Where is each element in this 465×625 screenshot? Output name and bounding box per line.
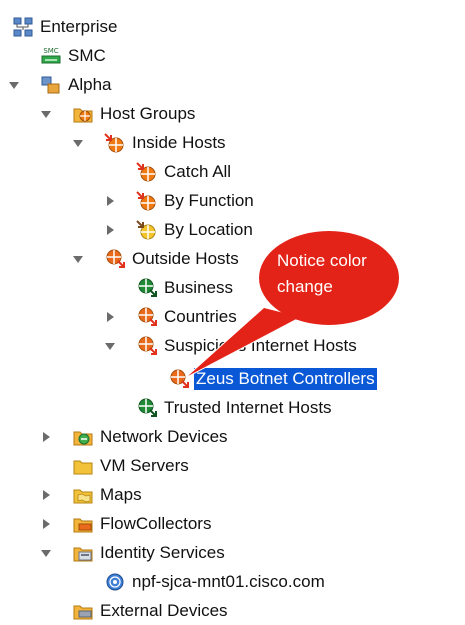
tree-item-label: VM Servers xyxy=(100,455,189,475)
expanded-arrow-icon[interactable] xyxy=(104,340,116,352)
tree-item-host-groups[interactable]: Host Groups xyxy=(41,99,197,128)
external-devices-icon xyxy=(73,605,93,619)
expanded-arrow-icon[interactable] xyxy=(8,79,20,91)
tree-item-label: Business xyxy=(164,277,233,297)
tree-item-countries[interactable]: Countries xyxy=(107,302,239,331)
expanded-arrow-icon[interactable] xyxy=(40,547,52,559)
tree-item-smc[interactable]: SMC SMC xyxy=(40,41,108,70)
tree-item-label: Host Groups xyxy=(100,103,196,123)
tree-item-alpha[interactable]: Alpha xyxy=(9,70,113,99)
tree-item-label: Countries xyxy=(164,306,237,326)
tree-item-identity-services[interactable]: Identity Services xyxy=(41,538,227,567)
tree-item-catch-all[interactable]: Catch All xyxy=(136,157,233,186)
tree-item-by-function[interactable]: By Function xyxy=(107,186,256,215)
outside-host-group-icon xyxy=(138,307,157,326)
enterprise-icon xyxy=(13,17,33,36)
tree-item-label: Outside Hosts xyxy=(132,248,239,268)
collapsed-arrow-icon[interactable] xyxy=(40,518,52,530)
network-devices-icon xyxy=(73,431,93,445)
tree-item-label: By Location xyxy=(164,219,253,239)
collapsed-arrow-icon[interactable] xyxy=(104,311,116,323)
tree-item-flowcollectors[interactable]: FlowCollectors xyxy=(43,509,213,538)
tree-item-vm-servers[interactable]: VM Servers xyxy=(72,451,191,480)
tree-item-outside-hosts[interactable]: Outside Hosts xyxy=(73,244,241,273)
folder-icon xyxy=(73,460,93,474)
location-host-group-icon xyxy=(136,219,156,239)
trusted-host-group-icon xyxy=(138,278,157,297)
flowcollectors-icon xyxy=(73,518,93,532)
tree-item-label: Catch All xyxy=(164,161,232,181)
tree-view: Enterprise SMC SMC Alpha Host Groups Ins… xyxy=(0,0,465,621)
expanded-arrow-icon[interactable] xyxy=(72,253,84,265)
tree-item-inside-hosts[interactable]: Inside Hosts xyxy=(73,128,228,157)
tree-item-suspicious-internet-hosts[interactable]: Suspicious Internet Hosts xyxy=(105,331,359,360)
tree-item-label: By Function xyxy=(164,190,254,210)
tree-item-network-devices[interactable]: Network Devices xyxy=(43,422,230,451)
tree-item-business[interactable]: Business xyxy=(136,273,235,302)
tree-item-label: Inside Hosts xyxy=(132,132,226,152)
tree-item-label: Network Devices xyxy=(100,426,228,446)
host-groups-icon xyxy=(73,108,93,122)
expanded-arrow-icon[interactable] xyxy=(40,108,52,120)
inside-host-group-icon xyxy=(104,132,124,152)
tree-item-by-location[interactable]: By Location xyxy=(107,215,255,244)
tree-item-npf-sjca-mnt01[interactable]: npf-sjca-mnt01.cisco.com xyxy=(104,567,327,596)
collapsed-arrow-icon[interactable] xyxy=(40,489,52,501)
outside-host-group-icon xyxy=(170,369,189,388)
expanded-arrow-icon[interactable] xyxy=(72,137,84,149)
tree-item-label: Zeus Botnet Controllers xyxy=(194,367,377,390)
tree-item-enterprise[interactable]: Enterprise xyxy=(12,12,119,41)
inside-host-group-icon xyxy=(136,161,156,181)
smc-icon: SMC xyxy=(41,47,61,63)
trusted-host-group-icon xyxy=(138,398,157,417)
tree-item-label: Enterprise xyxy=(40,16,118,36)
outside-host-group-icon xyxy=(106,249,125,268)
tree-item-label: External Devices xyxy=(100,600,228,620)
tree-item-label: npf-sjca-mnt01.cisco.com xyxy=(132,571,325,591)
collapsed-arrow-icon[interactable] xyxy=(40,431,52,443)
smc-icon-badge: SMC xyxy=(43,47,58,55)
outside-host-group-icon xyxy=(138,336,157,355)
tree-item-label: Maps xyxy=(100,484,142,504)
tree-item-label: SMC xyxy=(68,45,106,65)
tree-item-label: Trusted Internet Hosts xyxy=(164,397,332,417)
tree-item-label: Suspicious Internet Hosts xyxy=(164,335,357,355)
tree-item-zeus-botnet-controllers[interactable]: Zeus Botnet Controllers xyxy=(168,364,377,393)
tree-item-label: FlowCollectors xyxy=(100,513,212,533)
identity-server-icon xyxy=(106,573,124,590)
collapsed-arrow-icon[interactable] xyxy=(104,195,116,207)
collapsed-arrow-icon[interactable] xyxy=(104,224,116,236)
identity-services-icon xyxy=(73,547,93,561)
domain-icon xyxy=(41,76,60,93)
inside-host-group-icon xyxy=(136,190,156,210)
tree-item-maps[interactable]: Maps xyxy=(43,480,144,509)
tree-item-trusted-internet-hosts[interactable]: Trusted Internet Hosts xyxy=(136,393,334,422)
tree-item-label: Identity Services xyxy=(100,542,225,562)
maps-folder-icon xyxy=(73,489,93,503)
tree-item-label: Alpha xyxy=(68,74,112,94)
